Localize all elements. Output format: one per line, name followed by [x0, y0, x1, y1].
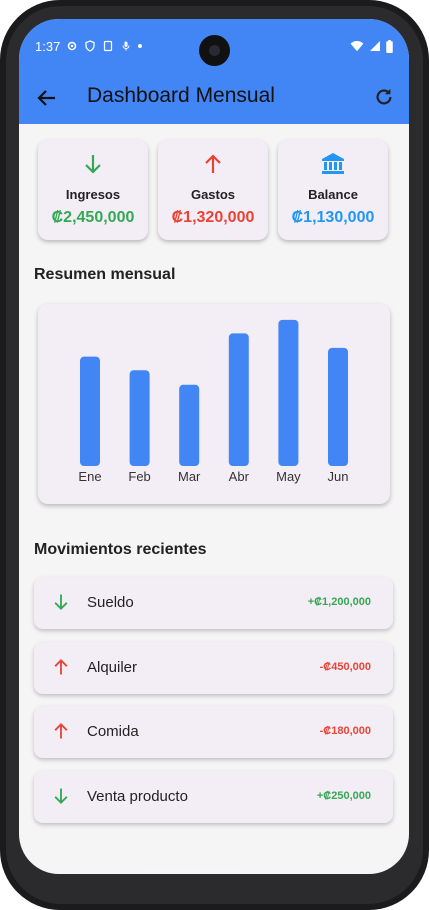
bank-icon	[322, 153, 344, 174]
phone-frame: 1:37 Dashboard Mensual Ingresos ₡2,450,0…	[0, 0, 429, 910]
summary-cards: Ingresos ₡2,450,000 Gastos ₡1,320,000 Ba…	[38, 140, 390, 240]
summary-card-gastos: Gastos ₡1,320,000	[158, 140, 268, 240]
front-camera	[199, 35, 230, 66]
card-amount: ₡1,320,000	[171, 209, 255, 226]
arrow-up-icon	[54, 723, 68, 739]
monthly-bar-chart: Ene Feb Mar Abr May Jun	[78, 319, 349, 484]
card-amount: ₡1,130,000	[291, 209, 375, 226]
back-arrow-icon[interactable]	[35, 86, 59, 110]
arrow-down-icon	[54, 788, 68, 804]
chart-x-label: Feb	[128, 469, 150, 484]
chart-section-title: Resumen mensual	[34, 266, 176, 283]
signal-icon	[370, 41, 380, 51]
movement-item[interactable]: Venta producto +₡250,000	[34, 771, 393, 823]
movement-item[interactable]: Alquiler -₡450,000	[34, 642, 393, 694]
refresh-icon[interactable]	[373, 86, 395, 108]
app-bar: Dashboard Mensual	[19, 77, 409, 122]
page-title: Dashboard Mensual	[87, 84, 275, 107]
movement-amount: +₡1,200,000	[307, 596, 371, 608]
movement-amount: +₡250,000	[316, 790, 371, 802]
movement-label: Venta producto	[87, 788, 188, 805]
arrow-up-icon	[54, 659, 68, 675]
chart-bar-feb	[129, 370, 150, 466]
screenshot-icon	[104, 40, 113, 52]
wifi-icon	[350, 41, 364, 52]
summary-card-balance: Balance ₡1,130,000	[278, 140, 388, 240]
arrow-down-icon	[54, 594, 68, 610]
movement-label: Comida	[87, 723, 139, 740]
chart-x-label: Ene	[78, 469, 101, 484]
card-label: Balance	[308, 187, 358, 202]
chart-bar-abr	[228, 333, 249, 466]
movement-amount: -₡450,000	[319, 661, 371, 673]
chart-bar-mar	[179, 384, 200, 466]
chart-x-label: May	[276, 469, 301, 484]
movement-label: Sueldo	[87, 594, 134, 611]
movement-label: Alquiler	[87, 659, 138, 676]
chart-bar-jun	[328, 347, 348, 466]
microphone-icon	[122, 41, 130, 51]
movement-item[interactable]: Sueldo +₡1,200,000	[34, 577, 393, 629]
card-label: Ingresos	[65, 187, 121, 202]
status-time: 1:37	[35, 38, 61, 54]
chart-bar-may	[278, 319, 299, 466]
chart-x-label: Abr	[229, 469, 250, 484]
movement-amount: -₡180,000	[319, 725, 371, 737]
gesture-navigation-bar[interactable]	[145, 863, 245, 867]
arrow-up-icon	[205, 154, 221, 173]
movement-item[interactable]: Comida -₡180,000	[34, 706, 393, 758]
shield-icon	[85, 40, 95, 52]
card-label: Gastos	[190, 187, 236, 202]
movements-section-title: Movimientos recientes	[34, 541, 207, 558]
screen: 1:37 Dashboard Mensual Ingresos ₡2,450,0…	[19, 19, 409, 874]
chart-x-label: Jun	[328, 469, 349, 484]
card-amount: ₡2,450,000	[51, 209, 135, 226]
arrow-down-icon	[85, 155, 101, 174]
chart-bar-ene	[80, 356, 100, 466]
monthly-chart-card: Ene Feb Mar Abr May Jun	[38, 304, 390, 504]
summary-card-ingresos: Ingresos ₡2,450,000	[38, 140, 148, 240]
settings-icon	[68, 41, 77, 51]
chart-x-label: Mar	[178, 469, 201, 484]
battery-icon	[386, 39, 393, 53]
notification-dot-icon	[138, 44, 143, 48]
